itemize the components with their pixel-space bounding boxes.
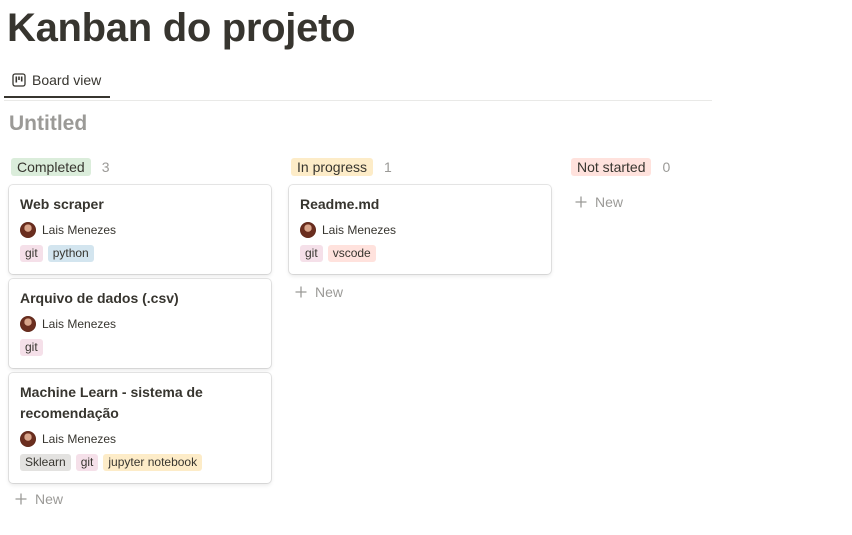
card-person: Lais Menezes [20, 430, 261, 448]
column-header: In progress 1 [291, 157, 551, 177]
card-title: Readme.md [300, 196, 380, 212]
new-card-button[interactable]: New [575, 191, 831, 213]
person-name: Lais Menezes [322, 223, 397, 237]
card-person: Lais Menezes [300, 221, 541, 239]
new-label: New [595, 194, 624, 210]
tag: Sklearn [20, 454, 71, 471]
card-title: Web scraper [20, 196, 104, 212]
avatar [20, 316, 36, 332]
person-name: Lais Menezes [42, 223, 117, 237]
tag: jupyter notebook [103, 454, 203, 471]
plus-icon [575, 196, 587, 208]
card-tags: git [20, 339, 261, 356]
view-title[interactable]: Untitled [9, 112, 87, 136]
avatar [20, 431, 36, 447]
column-count: 1 [384, 159, 392, 175]
status-pill[interactable]: In progress [291, 158, 374, 176]
board-card[interactable]: Arquivo de dados (.csv) Lais Menezes git [9, 279, 271, 368]
board-card[interactable]: Readme.md Lais Menezes git vscode [289, 185, 551, 274]
card-tags: git python [20, 245, 261, 262]
status-pill[interactable]: Completed [11, 158, 91, 176]
card-tags: git vscode [300, 245, 541, 262]
column-header: Completed 3 [11, 157, 271, 177]
person-name: Lais Menezes [42, 317, 117, 331]
card-person: Lais Menezes [20, 315, 261, 333]
tag: python [47, 245, 94, 262]
tag: git [20, 339, 43, 356]
column-count: 3 [101, 159, 110, 175]
new-card-button[interactable]: New [295, 281, 551, 303]
plus-icon [15, 493, 27, 505]
board-icon [12, 73, 26, 87]
new-label: New [35, 491, 64, 507]
board-card[interactable]: Web scraper Lais Menezes git python [9, 185, 271, 274]
new-label: New [315, 284, 344, 300]
card-title: Machine Learn - sistema de recomendação [20, 384, 203, 421]
tag: vscode [327, 245, 376, 262]
card-title: Arquivo de dados (.csv) [20, 290, 179, 306]
board-column-completed: Completed 3 Web scraper Lais Menezes git… [9, 157, 271, 510]
tag: git [300, 245, 323, 262]
status-pill[interactable]: Not started [571, 158, 652, 176]
column-header: Not started 0 [571, 157, 831, 177]
plus-icon [295, 286, 307, 298]
new-card-button[interactable]: New [15, 488, 271, 510]
board-column-in-progress: In progress 1 Readme.md Lais Menezes git… [289, 157, 551, 303]
column-count: 0 [662, 159, 671, 175]
board-column-not-started: Not started 0 New [569, 157, 831, 213]
board-card[interactable]: Machine Learn - sistema de recomendação … [9, 373, 271, 483]
avatar [20, 222, 36, 238]
person-name: Lais Menezes [42, 432, 117, 446]
avatar [300, 222, 316, 238]
view-tabs: Board view [4, 64, 712, 101]
tag: git [20, 245, 43, 262]
page-title: Kanban do projeto [7, 6, 356, 50]
tab-label: Board view [32, 72, 102, 88]
card-tags: Sklearn git jupyter notebook [20, 454, 261, 471]
tag: git [75, 454, 99, 471]
card-person: Lais Menezes [20, 221, 261, 239]
tab-board-view[interactable]: Board view [4, 64, 110, 98]
